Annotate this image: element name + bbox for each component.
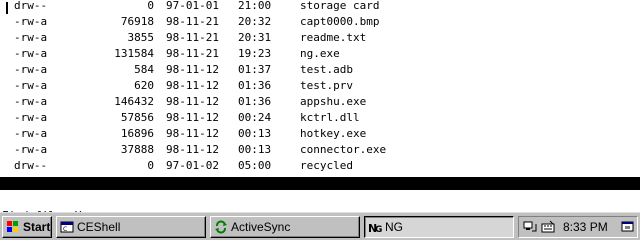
- file-permissions: -rw-a: [14, 127, 48, 140]
- file-time: 00:13: [238, 127, 272, 140]
- svg-text:C: C: [63, 226, 67, 233]
- file-time: 00:13: [238, 143, 272, 156]
- file-date: 98-11-12: [166, 79, 219, 92]
- file-name: connector.exe: [300, 143, 387, 156]
- file-name: appshu.exe: [300, 95, 367, 108]
- file-name: hotkey.exe: [300, 127, 367, 140]
- clock[interactable]: 8:33 PM: [563, 217, 608, 237]
- file-name: test.prv: [300, 79, 353, 92]
- taskbar-button-activesync[interactable]: ActiveSync: [210, 216, 360, 238]
- file-size: 0: [147, 159, 154, 172]
- file-time: 19:23: [238, 47, 272, 60]
- file-row[interactable]: -rw-a 76918 98-11-21 20:32 capt0000.bmp: [0, 14, 640, 30]
- file-date: 97-01-02: [166, 159, 219, 172]
- file-size: 0: [147, 0, 154, 12]
- file-permissions: -rw-a: [14, 31, 48, 44]
- taskbar: Start C CEShell ActiveSync N G NG 8:33 P…: [0, 212, 640, 240]
- file-time: 01:36: [238, 79, 272, 92]
- file-row[interactable]: -rw-a 620 98-11-12 01:36 test.prv: [0, 78, 640, 94]
- file-permissions: -rw-a: [14, 95, 48, 108]
- file-row[interactable]: -rw-a 16896 98-11-12 00:13 hotkey.exe: [0, 126, 640, 142]
- file-permissions: -rw-a: [14, 79, 48, 92]
- windows-logo-icon: [7, 221, 18, 232]
- file-time: 01:36: [238, 95, 272, 108]
- taskbar-button-label: NG: [385, 220, 403, 234]
- file-date: 98-11-12: [166, 143, 219, 156]
- ceshell-icon: C: [60, 221, 74, 233]
- file-permissions: -rw-a: [14, 111, 48, 124]
- file-date: 98-11-12: [166, 63, 219, 76]
- minibuffer[interactable]: Find file: ¥: [0, 192, 640, 222]
- file-size: 57856: [120, 111, 154, 124]
- file-date: 98-11-21: [166, 47, 219, 60]
- file-name: test.adb: [300, 63, 353, 76]
- file-row[interactable]: -rw-a 146432 98-11-12 01:36 appshu.exe: [0, 94, 640, 110]
- file-name: ng.exe: [300, 47, 340, 60]
- file-permissions: drw--: [14, 0, 48, 12]
- file-row[interactable]: -rw-a 131584 98-11-21 19:23 ng.exe: [0, 46, 640, 62]
- file-size: 584: [134, 63, 154, 76]
- file-name: recycled: [300, 159, 353, 172]
- file-date: 98-11-12: [166, 127, 219, 140]
- file-row[interactable]: drw-- 0 97-01-02 05:00 recycled: [0, 158, 640, 174]
- file-row[interactable]: drw-- 0 97-01-01 21:00 storage card: [0, 0, 640, 14]
- file-name: storage card: [300, 0, 380, 12]
- desktop-icon[interactable]: [621, 220, 635, 234]
- file-size: 3855: [127, 31, 155, 44]
- taskbar-button-ceshell[interactable]: C CEShell: [56, 216, 206, 238]
- file-date: 97-01-01: [166, 0, 219, 12]
- editor-window[interactable]: drw-- 0 97-01-01 21:00 storage card -rw-a 7691…: [0, 0, 640, 228]
- file-name: kctrl.dll: [300, 111, 360, 124]
- start-label: Start: [23, 220, 51, 234]
- file-permissions: -rw-a: [14, 47, 48, 60]
- file-time: 05:00: [238, 159, 272, 172]
- taskbar-button-label: ActiveSync: [231, 220, 291, 234]
- system-tray: 8:33 PM: [518, 216, 638, 238]
- file-date: 98-11-21: [166, 15, 219, 28]
- file-row[interactable]: -rw-a 37888 98-11-12 00:13 connector.exe: [0, 142, 640, 158]
- file-size: 146432: [114, 95, 154, 108]
- file-size: 37888: [120, 143, 154, 156]
- file-permissions: -rw-a: [14, 143, 48, 156]
- file-time: 20:32: [238, 15, 272, 28]
- file-name: readme.txt: [300, 31, 367, 44]
- activesync-icon: [215, 220, 227, 234]
- file-time: 20:31: [238, 31, 272, 44]
- file-size: 620: [134, 79, 154, 92]
- ng-app-icon: N G: [368, 222, 382, 234]
- start-button[interactable]: Start: [2, 216, 52, 238]
- file-date: 98-11-12: [166, 111, 219, 124]
- file-size: 16896: [120, 127, 154, 140]
- file-row[interactable]: -rw-a 3855 98-11-21 20:31 readme.txt: [0, 30, 640, 46]
- input-panel-icon[interactable]: [541, 220, 555, 234]
- file-name: capt0000.bmp: [300, 15, 380, 28]
- file-row[interactable]: -rw-a 584 98-11-12 01:37 test.adb: [0, 62, 640, 78]
- file-date: 98-11-12: [166, 95, 219, 108]
- file-time: 01:37: [238, 63, 272, 76]
- file-permissions: -rw-a: [14, 63, 48, 76]
- file-row[interactable]: -rw-a 57856 98-11-12 00:24 kctrl.dll: [0, 110, 640, 126]
- mode-line: --%%-Ng: ¥ (SSS:dired) -----------------…: [0, 177, 640, 228]
- file-time: 21:00: [238, 0, 272, 12]
- file-size: 76918: [120, 15, 154, 28]
- file-permissions: drw--: [14, 159, 48, 172]
- file-permissions: -rw-a: [14, 15, 48, 28]
- svg-text:G: G: [375, 225, 382, 234]
- file-date: 98-11-21: [166, 31, 219, 44]
- pc-connection-icon[interactable]: [523, 220, 537, 234]
- taskbar-button-label: CEShell: [77, 220, 121, 234]
- taskbar-button-ng[interactable]: N G NG: [364, 216, 514, 238]
- file-time: 00:24: [238, 111, 272, 124]
- file-size: 131584: [114, 47, 154, 60]
